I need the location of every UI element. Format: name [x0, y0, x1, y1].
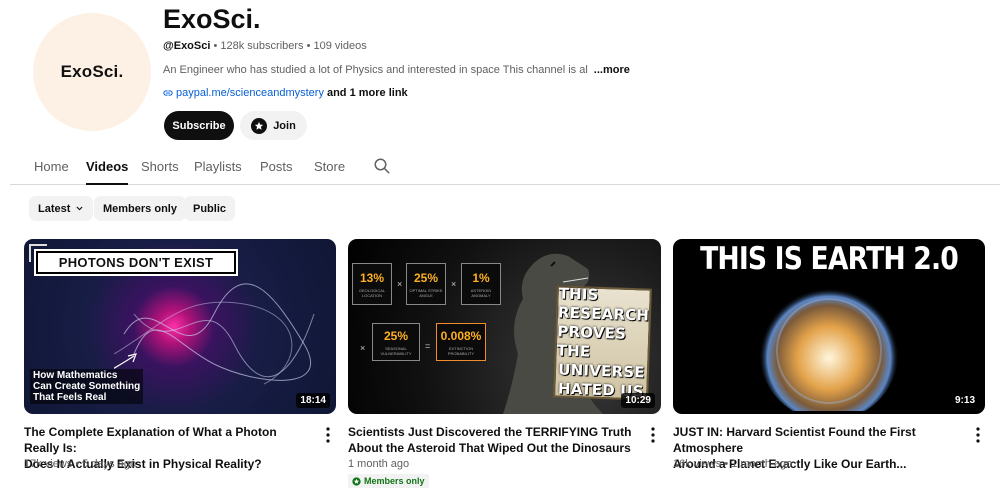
stat-box: 25% SEASONAL VULNERABILITY [372, 323, 420, 361]
stat-box: 25% OPTIMAL STRIKE ANGLE [406, 263, 446, 305]
tab-store[interactable]: Store [314, 159, 345, 183]
video-thumbnail-2[interactable]: 13% GEOLOGICAL LOCATION × 25% OPTIMAL STRI… [348, 239, 661, 414]
tab-videos[interactable]: Videos [86, 159, 129, 185]
more-links[interactable]: and 1 more link [327, 87, 408, 99]
channel-links: paypal.me/scienceandmystery and 1 more l… [163, 87, 408, 99]
video-thumbnail-1[interactable]: PHOTONS DON'T EXIST How Mathematics Can … [24, 239, 336, 414]
operator-symbol: × [451, 279, 457, 289]
thumbnail-subtitle: How Mathematics Can Create Something Tha… [30, 369, 144, 404]
public-chip[interactable]: Public [184, 196, 236, 221]
operator-symbol: × [397, 279, 403, 289]
star-icon [251, 117, 268, 134]
planet-illustration [759, 281, 899, 411]
join-button[interactable]: Join [240, 111, 307, 140]
title-line: Scientists Just Discovered the TERRIFYIN… [348, 425, 632, 439]
stat-value: 25% [413, 270, 439, 285]
title-line: JUST IN: Harvard Scientist Found the Fir… [673, 425, 916, 455]
channel-description[interactable]: An Engineer who has studied a lot of Phy… [163, 64, 630, 76]
title-line: About the Asteroid That Wiped Out the Di… [348, 441, 631, 455]
stat-label: SEASONAL VULNERABILITY [380, 345, 412, 356]
channel-name: ExoSci. [163, 4, 261, 34]
operator-symbol: × [360, 343, 366, 353]
channel-stats: • 128k subscribers • 109 videos [210, 40, 367, 52]
banner-line: THIS RESEARCH [557, 284, 650, 325]
subtitle-line: Can Create Something [33, 381, 141, 392]
members-icon [352, 476, 361, 486]
video-meta-3: 16k views • 1 month ago [673, 458, 793, 470]
channel-meta: @ExoSci • 128k subscribers • 109 videos [163, 40, 367, 52]
stat-box: 13% GEOLOGICAL LOCATION [352, 263, 392, 305]
chevron-down-icon [76, 206, 83, 211]
operator-symbol: = [425, 341, 431, 351]
sort-dropdown[interactable]: Latest [29, 196, 94, 221]
thumbnail-banner: THIS RESEARCH PROVES THE UNIVERSE HATED … [553, 284, 652, 401]
members-only-chip[interactable]: Members only [94, 196, 186, 221]
stat-value: 13% [359, 270, 385, 285]
stat-value: 25% [383, 328, 409, 343]
tab-posts[interactable]: Posts [260, 159, 293, 183]
badge-label: Members only [364, 476, 425, 486]
more-options-icon[interactable] [650, 427, 656, 443]
stat-label: OPTIMAL STRIKE ANGLE [409, 287, 443, 298]
subtitle-line: How Mathematics [33, 370, 118, 381]
stat-box: 0.008% EXTINCTION PROBABILITY [436, 323, 486, 361]
video-meta-1: 17k views • 5 days ago [24, 458, 137, 470]
description-text: An Engineer who has studied a lot of Phy… [163, 64, 588, 76]
paypal-link[interactable]: paypal.me/scienceandmystery [176, 87, 324, 99]
channel-handle: @ExoSci [163, 40, 211, 52]
subtitle-line: That Feels Real [33, 392, 107, 403]
thumbnail-title: THIS IS EARTH 2.0 [700, 241, 959, 277]
video-meta-2: 1 month ago [348, 458, 410, 470]
more-link[interactable]: ...more [594, 64, 630, 76]
sort-label: Latest [38, 202, 71, 215]
channel-tabs: Home Videos Shorts Playlists Posts Store [10, 150, 1000, 185]
members-only-badge: Members only [348, 474, 429, 488]
video-duration: 18:14 [296, 393, 330, 408]
tab-shorts[interactable]: Shorts [141, 159, 179, 183]
tab-home[interactable]: Home [34, 159, 69, 183]
video-duration: 9:13 [950, 393, 979, 408]
banner-line: PROVES THE [556, 322, 627, 361]
stat-value: 1% [472, 270, 490, 285]
video-title-2[interactable]: Scientists Just Discovered the TERRIFYIN… [348, 424, 638, 456]
subscribe-button[interactable]: Subscribe [164, 111, 234, 140]
waveform-graphic [114, 283, 315, 385]
search-icon[interactable] [373, 157, 391, 175]
video-thumbnail-3[interactable]: THIS IS EARTH 2.0 9:13 [673, 239, 985, 414]
more-options-icon[interactable] [325, 427, 331, 443]
video-duration: 10:29 [621, 393, 655, 408]
stat-label: EXTINCTION PROBABILITY [447, 345, 475, 356]
link-icon [163, 90, 173, 96]
tab-playlists[interactable]: Playlists [194, 159, 242, 183]
thumbnail-banner: PHOTONS DON'T EXIST [36, 251, 236, 274]
stat-value: 0.008% [440, 328, 482, 343]
more-options-icon[interactable] [975, 427, 981, 443]
title-line: The Complete Explanation of What a Photo… [24, 425, 277, 455]
channel-avatar[interactable]: ExoSci. [33, 13, 151, 131]
stat-label: GEOLOGICAL LOCATION [358, 287, 386, 298]
join-label: Join [273, 119, 296, 132]
avatar-text: ExoSci. [60, 62, 124, 81]
